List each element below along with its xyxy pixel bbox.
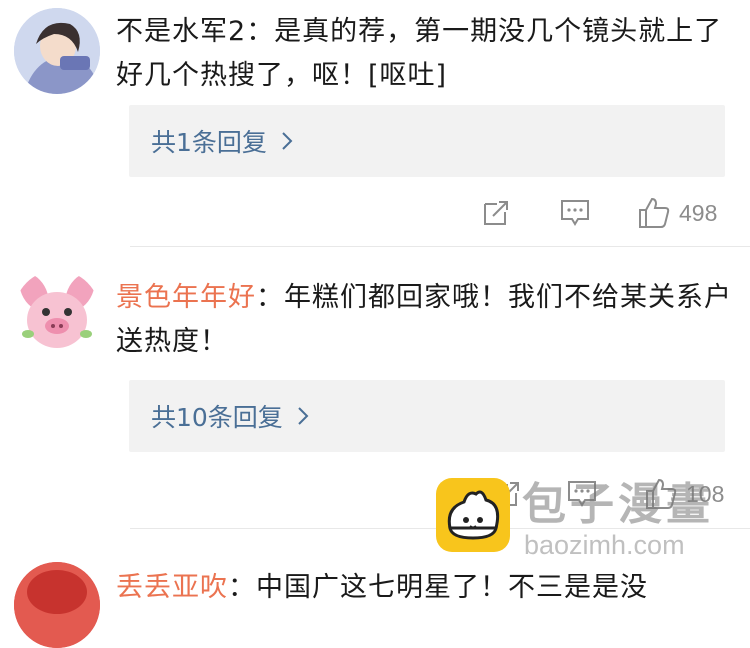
comment-icon xyxy=(561,200,589,226)
thumbs-up-icon xyxy=(639,197,670,228)
comment-icon xyxy=(568,481,596,507)
avatar[interactable] xyxy=(14,8,100,94)
share-icon xyxy=(495,482,519,506)
share-icon xyxy=(484,201,508,225)
replies-count-link[interactable]: 共10条回复 xyxy=(151,398,283,434)
username[interactable]: 丢丢亚吹 xyxy=(116,572,228,603)
chevron-right-icon xyxy=(298,407,309,425)
thumbs-up-icon xyxy=(646,478,677,509)
repost-button[interactable] xyxy=(481,193,511,233)
chevron-right-icon xyxy=(282,132,293,150)
divider xyxy=(130,528,750,529)
like-count: 108 xyxy=(686,480,725,507)
reply-button[interactable] xyxy=(566,474,598,514)
replies-count-link[interactable]: 共1条回复 xyxy=(151,123,267,159)
avatar[interactable] xyxy=(14,270,100,356)
comment-text: 不是水军2：是真的荐，第一期没几个镜头就上了好几个热搜了，呕！[呕吐] xyxy=(116,10,736,98)
avatar[interactable] xyxy=(14,562,100,648)
replies-box[interactable]: 共10条回复 xyxy=(129,380,725,452)
like-count: 498 xyxy=(679,199,718,226)
divider xyxy=(130,246,750,247)
comment-actions: 498 xyxy=(0,193,750,233)
username[interactable]: 景色年年好 xyxy=(116,282,256,313)
comment-actions: 108 xyxy=(0,474,750,514)
like-button[interactable]: 498 xyxy=(637,193,717,233)
repost-button[interactable] xyxy=(492,474,522,514)
replies-box[interactable]: 共1条回复 xyxy=(129,105,725,177)
comment-text: 景色年年好：年糕们都回家哦！我们不给某关系户送热度！ xyxy=(116,276,736,364)
like-button[interactable]: 108 xyxy=(644,474,724,514)
comment-text: 丢丢亚吹：中国广这七明星了！不三是是没 xyxy=(116,566,736,610)
reply-button[interactable] xyxy=(559,193,591,233)
watermark-url: baozimh.com xyxy=(524,530,685,560)
username[interactable]: 不是水军2 xyxy=(116,16,246,47)
comment-body: ：中国广这七明星了！不三是是没 xyxy=(228,572,648,603)
